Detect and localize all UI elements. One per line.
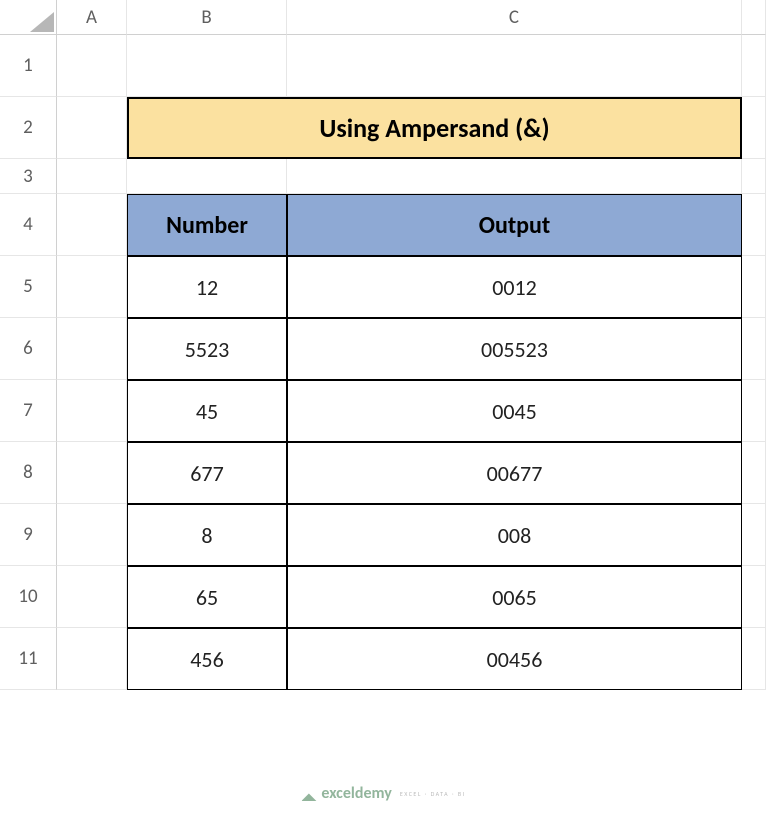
cell-a1[interactable] bbox=[57, 35, 127, 97]
header-number[interactable]: Number bbox=[127, 194, 287, 256]
cell-d5[interactable] bbox=[742, 256, 766, 318]
spreadsheet-grid: A B C 1 2 Using Ampersand (&) 3 4 Number… bbox=[0, 0, 767, 690]
cell-output-7[interactable]: 0045 bbox=[287, 380, 742, 442]
cell-output-10[interactable]: 0065 bbox=[287, 566, 742, 628]
cell-output-9[interactable]: 008 bbox=[287, 504, 742, 566]
cell-d7[interactable] bbox=[742, 380, 766, 442]
cell-number-5[interactable]: 12 bbox=[127, 256, 287, 318]
cell-a4[interactable] bbox=[57, 194, 127, 256]
cell-d4[interactable] bbox=[742, 194, 766, 256]
cell-a7[interactable] bbox=[57, 380, 127, 442]
row-header-11[interactable]: 11 bbox=[0, 628, 57, 690]
cell-number-7[interactable]: 45 bbox=[127, 380, 287, 442]
cell-output-6[interactable]: 005523 bbox=[287, 318, 742, 380]
cell-b1[interactable] bbox=[127, 35, 287, 97]
cell-number-10[interactable]: 65 bbox=[127, 566, 287, 628]
column-header-a[interactable]: A bbox=[57, 0, 127, 35]
cell-b3[interactable] bbox=[127, 159, 287, 194]
cell-number-8[interactable]: 677 bbox=[127, 442, 287, 504]
watermark-icon bbox=[301, 786, 316, 801]
cell-a11[interactable] bbox=[57, 628, 127, 690]
header-output[interactable]: Output bbox=[287, 194, 742, 256]
cell-a2[interactable] bbox=[57, 97, 127, 159]
column-header-extra bbox=[742, 0, 766, 35]
cell-d11[interactable] bbox=[742, 628, 766, 690]
row-header-2[interactable]: 2 bbox=[0, 97, 57, 159]
column-header-b[interactable]: B bbox=[127, 0, 287, 35]
cell-a10[interactable] bbox=[57, 566, 127, 628]
cell-number-6[interactable]: 5523 bbox=[127, 318, 287, 380]
title-cell[interactable]: Using Ampersand (&) bbox=[127, 97, 742, 159]
row-header-8[interactable]: 8 bbox=[0, 442, 57, 504]
cell-a6[interactable] bbox=[57, 318, 127, 380]
cell-number-9[interactable]: 8 bbox=[127, 504, 287, 566]
select-all-corner[interactable] bbox=[0, 0, 57, 35]
cell-a8[interactable] bbox=[57, 442, 127, 504]
cell-d10[interactable] bbox=[742, 566, 766, 628]
row-header-1[interactable]: 1 bbox=[0, 35, 57, 97]
cell-c3[interactable] bbox=[287, 159, 742, 194]
cell-a3[interactable] bbox=[57, 159, 127, 194]
cell-d6[interactable] bbox=[742, 318, 766, 380]
cell-number-11[interactable]: 456 bbox=[127, 628, 287, 690]
cell-d3[interactable] bbox=[742, 159, 766, 194]
watermark-brand: exceldemy bbox=[321, 784, 391, 803]
cell-output-5[interactable]: 0012 bbox=[287, 256, 742, 318]
cell-d1[interactable] bbox=[742, 35, 766, 97]
column-header-c[interactable]: C bbox=[287, 0, 742, 35]
watermark: exceldemy EXCEL · DATA · BI bbox=[301, 784, 465, 803]
cell-d8[interactable] bbox=[742, 442, 766, 504]
row-header-6[interactable]: 6 bbox=[0, 318, 57, 380]
cell-d2[interactable] bbox=[742, 97, 766, 159]
row-header-10[interactable]: 10 bbox=[0, 566, 57, 628]
cell-c1[interactable] bbox=[287, 35, 742, 97]
cell-a9[interactable] bbox=[57, 504, 127, 566]
watermark-tagline: EXCEL · DATA · BI bbox=[400, 790, 466, 798]
row-header-7[interactable]: 7 bbox=[0, 380, 57, 442]
row-header-3[interactable]: 3 bbox=[0, 159, 57, 194]
row-header-5[interactable]: 5 bbox=[0, 256, 57, 318]
cell-output-8[interactable]: 00677 bbox=[287, 442, 742, 504]
row-header-4[interactable]: 4 bbox=[0, 194, 57, 256]
cell-d9[interactable] bbox=[742, 504, 766, 566]
row-header-9[interactable]: 9 bbox=[0, 504, 57, 566]
cell-output-11[interactable]: 00456 bbox=[287, 628, 742, 690]
cell-a5[interactable] bbox=[57, 256, 127, 318]
